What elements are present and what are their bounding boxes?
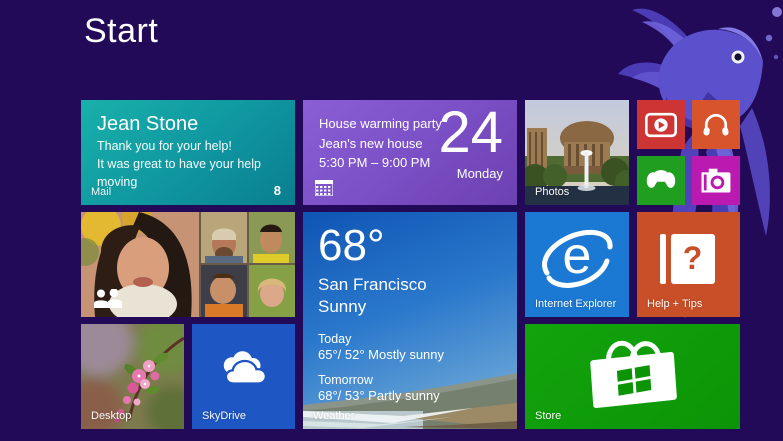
weather-tomorrow-forecast: 68°/ 53° Partly sunny — [318, 387, 440, 403]
tile-video[interactable] — [637, 100, 685, 149]
photos-tile-label: Photos — [535, 186, 570, 198]
tile-photos[interactable]: Photos — [525, 100, 629, 205]
internet-explorer-tile-label: Internet Explorer — [535, 298, 617, 310]
page-title: Start — [84, 12, 159, 50]
book-question-icon: ? — [659, 233, 718, 284]
calendar-grid-icon — [315, 180, 333, 196]
bubble-icon — [773, 54, 779, 60]
weather-tile-label: Weather — [313, 410, 355, 422]
tile-calendar[interactable]: House warming party Jean's new house 5:3… — [303, 100, 517, 205]
tile-internet-explorer[interactable]: e Internet Explorer — [525, 212, 629, 317]
weather-today-label: Today — [318, 331, 352, 346]
mail-preview-line2: It was great to have your help moving — [97, 157, 261, 190]
weather-tomorrow-label: Tomorrow — [318, 372, 373, 387]
camera-icon — [701, 168, 731, 193]
mail-preview-line1: Thank you for your help! — [97, 139, 232, 153]
tile-people[interactable] — [81, 212, 295, 317]
weather-today-forecast: 65°/ 52° Mostly sunny — [318, 346, 445, 362]
bubble-icon — [765, 34, 773, 42]
tile-store[interactable]: Store — [525, 324, 740, 429]
tile-mail[interactable]: Jean Stone Thank you for your help! It w… — [81, 100, 295, 205]
internet-explorer-e-icon: e — [542, 227, 613, 288]
tile-skydrive[interactable]: SkyDrive — [192, 324, 295, 429]
weather-condition: Sunny — [318, 297, 367, 317]
xbox-controller-icon — [646, 169, 676, 188]
shopping-bag-windows-icon — [588, 337, 677, 408]
help-tips-tile-label: Help + Tips — [647, 298, 703, 310]
calendar-weekday: Monday — [456, 166, 503, 181]
video-player-icon — [645, 112, 677, 137]
skydrive-tile-label: SkyDrive — [202, 410, 247, 422]
desktop-tile-label: Desktop — [91, 410, 132, 422]
tile-desktop[interactable]: Desktop — [81, 324, 184, 429]
tile-music[interactable] — [692, 100, 740, 149]
start-screen: Start Jean Stone Thank you for your help… — [0, 0, 783, 441]
tile-camera[interactable] — [692, 156, 740, 205]
tile-weather[interactable]: 68° San Francisco Sunny Today 65°/ 52° M… — [303, 212, 517, 429]
weather-city: San Francisco — [318, 275, 427, 295]
weather-temp: 68° — [318, 221, 385, 270]
calendar-day-number: 24 — [438, 100, 503, 165]
bubble-icon — [772, 7, 782, 17]
store-tile-label: Store — [535, 410, 562, 422]
people-icon — [94, 289, 122, 308]
windows-logo-icon — [615, 364, 651, 395]
mail-sender: Jean Stone — [97, 113, 199, 135]
mail-tile-label: Mail — [91, 186, 112, 198]
headphones-icon — [703, 113, 729, 135]
skydrive-cloud-icon — [223, 350, 267, 385]
tile-games[interactable] — [637, 156, 685, 205]
tile-help-tips[interactable]: ? Help + Tips — [637, 212, 740, 317]
mail-unread-badge: 8 — [273, 183, 281, 198]
